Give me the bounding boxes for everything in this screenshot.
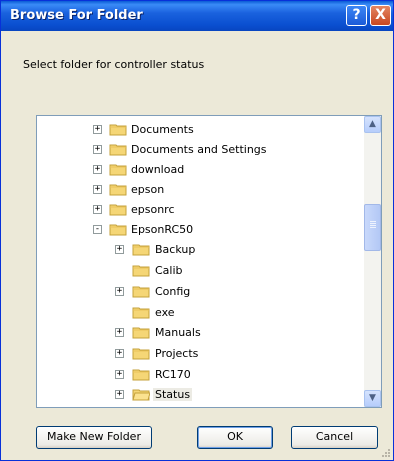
cancel-button[interactable]: Cancel: [291, 426, 378, 449]
folder-icon: [132, 244, 150, 256]
folder-icon: [132, 369, 150, 381]
expand-icon[interactable]: +: [93, 205, 102, 214]
open-folder-icon: [132, 389, 150, 401]
expand-icon[interactable]: +: [115, 390, 124, 399]
tree-item[interactable]: + Documents and Settings: [37, 140, 357, 160]
tree-item[interactable]: - EpsonRC50: [37, 220, 357, 240]
tree-item[interactable]: + Backup: [37, 240, 357, 260]
title-bar[interactable]: Browse For Folder ? X: [1, 1, 393, 31]
folder-icon: [109, 124, 127, 136]
expand-icon[interactable]: +: [115, 287, 124, 296]
expand-icon[interactable]: +: [115, 349, 124, 358]
expand-icon[interactable]: +: [93, 185, 102, 194]
tree-item-label: Backup: [155, 243, 196, 256]
tree-item-label: Calib: [155, 264, 183, 277]
scrollbar-thumb[interactable]: [364, 204, 381, 251]
tree-item-label: Config: [155, 285, 191, 298]
tree-item-label: download: [131, 163, 185, 176]
folder-icon: [132, 327, 150, 339]
tree-item[interactable]: + epson: [37, 180, 357, 200]
tree-item[interactable]: + epsonrc: [37, 200, 357, 220]
expand-icon[interactable]: +: [115, 245, 124, 254]
tree-item[interactable]: + Documents: [37, 120, 357, 140]
open-folder-icon: [109, 224, 127, 236]
folder-icon: [109, 204, 127, 216]
tree-item[interactable]: + RC170: [37, 365, 357, 385]
tree-item-label: RC170: [155, 368, 191, 381]
tree-item[interactable]: Calib: [37, 261, 357, 281]
tree-item-label: EpsonRC50: [131, 223, 194, 236]
tree-item-label: epson: [131, 183, 165, 196]
tree-item[interactable]: + Manuals: [37, 323, 357, 343]
scroll-down-icon[interactable]: ▼: [364, 390, 381, 407]
folder-icon: [132, 286, 150, 298]
expand-icon[interactable]: +: [93, 165, 102, 174]
scroll-up-icon[interactable]: ▲: [364, 116, 381, 133]
tree-item[interactable]: + Projects: [37, 344, 357, 364]
tree-item-label: exe: [155, 306, 175, 319]
folder-icon: [132, 265, 150, 277]
tree-item-label: epsonrc: [131, 203, 175, 216]
tree-item[interactable]: exe: [37, 303, 357, 323]
vertical-scrollbar[interactable]: ▲ ▼: [364, 116, 381, 407]
expand-icon[interactable]: +: [115, 370, 124, 379]
folder-icon: [132, 348, 150, 360]
expand-icon[interactable]: +: [93, 145, 102, 154]
tree-item-label: Manuals: [155, 326, 201, 339]
folder-icon: [132, 307, 150, 319]
folder-icon: [109, 184, 127, 196]
window-title: Browse For Folder: [10, 8, 143, 23]
resize-grip-icon[interactable]: [380, 447, 390, 457]
folder-icon: [109, 144, 127, 156]
tree-item-label: Documents: [131, 123, 194, 136]
expand-icon[interactable]: +: [93, 125, 102, 134]
tree-item-label: Documents and Settings: [131, 143, 267, 156]
ok-button[interactable]: OK: [197, 426, 273, 449]
help-button[interactable]: ?: [346, 5, 367, 26]
instruction-text: Select folder for controller status: [23, 58, 205, 71]
tree-item-label: Status: [153, 388, 193, 401]
close-button[interactable]: X: [370, 5, 391, 26]
browse-for-folder-dialog: Browse For Folder ? X Select folder for …: [0, 0, 394, 461]
collapse-icon[interactable]: -: [93, 225, 102, 234]
tree-item-selected[interactable]: + Status: [37, 385, 357, 405]
folder-icon: [109, 164, 127, 176]
expand-icon[interactable]: +: [115, 328, 124, 337]
tree-item[interactable]: + download: [37, 160, 357, 180]
folder-tree[interactable]: + Documents + Documents and Settings + d…: [36, 115, 382, 408]
tree-item-label: Projects: [155, 347, 199, 360]
tree-item[interactable]: + Config: [37, 282, 357, 302]
make-new-folder-button[interactable]: Make New Folder: [36, 426, 152, 449]
